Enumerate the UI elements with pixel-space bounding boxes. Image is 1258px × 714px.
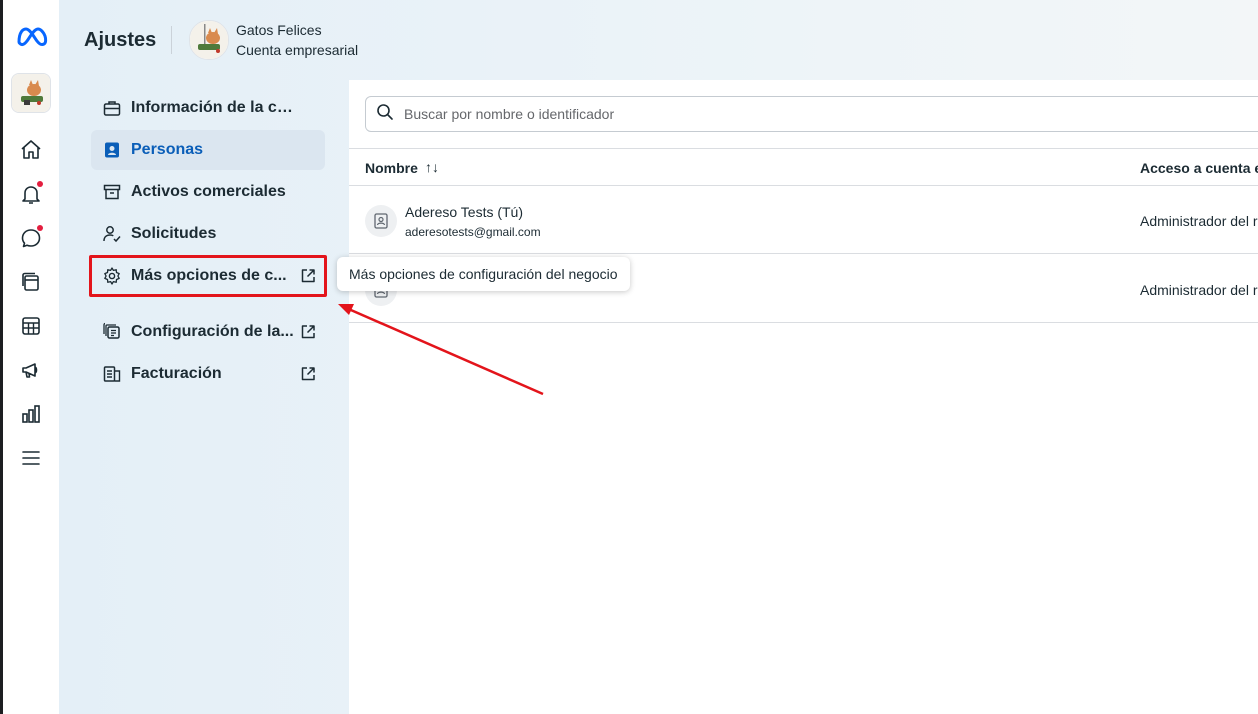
app-rail — [3, 0, 59, 714]
table-row[interactable]: Adereso Tests (Tú) aderesotests@gmail.co… — [349, 185, 1258, 254]
person-name: Adereso Tests (Tú) — [405, 204, 524, 220]
tooltip: Más opciones de configuración del negoci… — [337, 257, 630, 291]
sidebar-item-configuration[interactable]: Configuración de la... — [91, 312, 325, 352]
annotation-highlight-box — [89, 255, 327, 297]
search-input[interactable] — [402, 105, 1206, 123]
column-header-access: Acceso a cuenta e — [1140, 160, 1258, 176]
business-name: Gatos Felices — [236, 22, 322, 38]
pages-icon[interactable] — [19, 270, 43, 294]
page-title: Ajustes — [84, 29, 157, 51]
table-icon[interactable] — [19, 314, 43, 338]
business-avatar[interactable] — [11, 73, 51, 113]
person-avatar — [365, 205, 397, 237]
person-badge-icon — [102, 140, 122, 160]
table-header: Nombre ↑↓ Acceso a cuenta e — [349, 148, 1258, 186]
sidebar-item-label: Información de la cue... — [131, 99, 301, 116]
header-divider — [171, 26, 172, 54]
chart-icon[interactable] — [19, 402, 43, 426]
external-link-icon — [299, 323, 317, 341]
search-icon — [376, 103, 394, 126]
sidebar-item-label: Solicitudes — [131, 225, 217, 242]
sidebar-item-label: Personas — [131, 141, 204, 158]
search-box[interactable] — [365, 96, 1258, 132]
person-access: Administrador del r — [1140, 282, 1258, 298]
business-profile-avatar[interactable] — [189, 20, 229, 60]
sidebar-item-business-assets[interactable]: Activos comerciales — [91, 172, 325, 212]
annotation-arrow — [338, 304, 544, 396]
sidebar-item-label: Facturación — [131, 365, 222, 382]
column-header-name[interactable]: Nombre — [365, 160, 418, 176]
archive-box-icon — [102, 182, 122, 202]
external-link-icon — [299, 365, 317, 383]
person-email: aderesotests@gmail.com — [405, 225, 541, 239]
person-check-icon — [102, 224, 122, 244]
briefcase-icon — [102, 98, 122, 118]
menu-icon[interactable] — [19, 446, 43, 470]
sidebar-item-people[interactable]: Personas — [91, 130, 325, 170]
billing-icon — [102, 364, 122, 384]
message-dot — [37, 225, 43, 231]
meta-logo[interactable] — [15, 25, 49, 54]
notification-dot — [37, 181, 43, 187]
megaphone-icon[interactable] — [19, 358, 43, 382]
person-access: Administrador del r — [1140, 213, 1258, 229]
sort-icon[interactable]: ↑↓ — [425, 159, 439, 175]
sidebar-item-billing[interactable]: Facturación — [91, 354, 325, 394]
sidebar-item-account-info[interactable]: Información de la cue... — [91, 88, 325, 128]
business-account-type: Cuenta empresarial — [236, 42, 359, 58]
layers-icon — [102, 322, 122, 342]
sidebar-item-label: Activos comerciales — [131, 183, 286, 200]
sidebar-item-label: Configuración de la... — [131, 323, 294, 340]
sidebar-item-requests[interactable]: Solicitudes — [91, 214, 325, 254]
home-icon[interactable] — [19, 138, 43, 162]
